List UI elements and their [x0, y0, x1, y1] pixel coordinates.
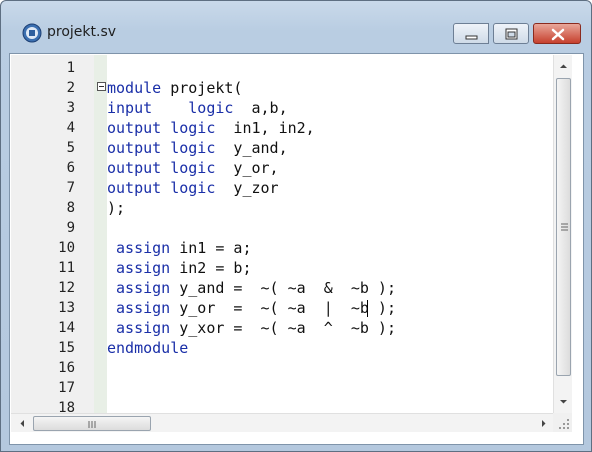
line-number: 1	[66, 60, 75, 76]
code-keyword: logic	[170, 179, 216, 197]
maximize-icon	[505, 28, 518, 40]
close-icon	[551, 28, 565, 41]
fold-margin[interactable]	[94, 55, 107, 413]
code-line[interactable]: );	[107, 198, 125, 218]
code-keyword: output	[107, 179, 162, 197]
code-keyword: logic	[170, 119, 216, 137]
vertical-scroll-thumb[interactable]	[556, 78, 571, 376]
title-bar[interactable]: projekt.sv	[1, 1, 591, 47]
scroll-down-arrow-icon[interactable]	[555, 393, 572, 410]
code-keyword: input	[107, 99, 153, 117]
line-number: 10	[58, 240, 75, 256]
code-text: projekt(	[161, 79, 243, 97]
scroll-up-arrow-icon[interactable]	[555, 58, 572, 75]
code-text: );	[107, 199, 126, 217]
code-text: in1, in2,	[215, 119, 315, 137]
code-text: in1 = a;	[170, 239, 252, 257]
grip-icon	[561, 223, 568, 231]
code-keyword: assign	[116, 279, 171, 297]
code-keyword: logic	[188, 99, 234, 117]
code-text: in2 = b;	[170, 259, 252, 277]
code-text: y_or,	[215, 159, 279, 177]
systemverilog-file-icon	[22, 23, 42, 43]
line-number: 7	[66, 180, 75, 196]
code-keyword: module	[107, 79, 162, 97]
line-number: 11	[58, 260, 75, 276]
code-text: a,b,	[233, 99, 288, 117]
scroll-right-arrow-icon[interactable]	[535, 415, 552, 432]
fold-collapse-icon[interactable]	[97, 82, 106, 91]
code-line[interactable]: output logic in1, in2,	[107, 118, 315, 138]
code-text: y_xor = ~( ~a ^ ~b );	[170, 319, 396, 337]
resize-grip[interactable]	[553, 413, 572, 432]
editor-client-area: 1 2 3 4 5 6 7 8 9 10 11 12 13 14 15 16 17 18 module proje…	[9, 53, 584, 445]
code-keyword: assign	[116, 259, 171, 277]
code-line[interactable]: module projekt(	[107, 78, 242, 98]
code-line[interactable]: assign y_and = ~( ~a & ~b );	[107, 278, 396, 298]
horizontal-scroll-thumb[interactable]	[33, 416, 151, 431]
line-number: 12	[58, 280, 75, 296]
text-cursor	[367, 300, 368, 317]
code-text: y_zor	[215, 179, 279, 197]
line-number: 14	[58, 320, 75, 336]
line-number: 8	[66, 200, 75, 216]
line-number: 16	[58, 360, 75, 376]
line-number: 2	[66, 80, 75, 96]
maximize-button[interactable]	[493, 23, 529, 44]
line-number-gutter: 1 2 3 4 5 6 7 8 9 10 11 12 13 14 15 16 17 18	[11, 55, 94, 416]
line-number: 13	[58, 300, 75, 316]
close-button[interactable]	[533, 23, 581, 44]
code-keyword: logic	[170, 139, 216, 157]
window-title: projekt.sv	[47, 24, 117, 40]
code-keyword: endmodule	[107, 339, 189, 357]
editor-window: projekt.sv 1 2 3 4 5 6 7 8 9 10 11 12 13 14 15 16 17 18 m…	[0, 0, 592, 452]
horizontal-scrollbar[interactable]	[11, 413, 554, 432]
line-number: 17	[58, 380, 75, 396]
vertical-scrollbar[interactable]	[553, 55, 572, 413]
code-line[interactable]: assign y_xor = ~( ~a ^ ~b );	[107, 318, 396, 338]
code-keyword: assign	[116, 319, 171, 337]
code-line[interactable]: assign y_or = ~( ~a | ~b );	[107, 298, 396, 318]
code-keyword: assign	[116, 299, 171, 317]
code-line[interactable]: endmodule	[107, 338, 188, 358]
code-line[interactable]: assign in1 = a;	[107, 238, 252, 258]
line-number: 5	[66, 140, 75, 156]
resize-grip-icon	[559, 419, 569, 429]
grip-icon	[88, 421, 96, 428]
minimize-icon	[465, 35, 478, 40]
code-keyword: output	[107, 119, 162, 137]
line-number: 15	[58, 340, 75, 356]
code-line[interactable]: output logic y_zor	[107, 178, 279, 198]
code-keyword: output	[107, 139, 162, 157]
code-text: y_and = ~( ~a & ~b );	[170, 279, 396, 297]
code-keyword: logic	[170, 159, 216, 177]
code-text: y_and,	[215, 139, 288, 157]
scroll-left-arrow-icon[interactable]	[14, 415, 31, 432]
code-line[interactable]: output logic y_and,	[107, 138, 288, 158]
line-number: 6	[66, 160, 75, 176]
line-number: 3	[66, 100, 75, 116]
code-keyword: output	[107, 159, 162, 177]
line-number: 9	[66, 220, 75, 236]
code-line[interactable]: assign in2 = b;	[107, 258, 252, 278]
code-editor[interactable]: module projekt(input logic a,b, output lo…	[107, 55, 553, 413]
line-number: 4	[66, 120, 75, 136]
code-line[interactable]: input logic a,b,	[107, 98, 288, 118]
code-line[interactable]: output logic y_or,	[107, 158, 279, 178]
code-keyword: assign	[116, 239, 171, 257]
code-text: y_or = ~( ~a | ~b );	[170, 299, 396, 317]
minimize-button[interactable]	[453, 23, 489, 44]
